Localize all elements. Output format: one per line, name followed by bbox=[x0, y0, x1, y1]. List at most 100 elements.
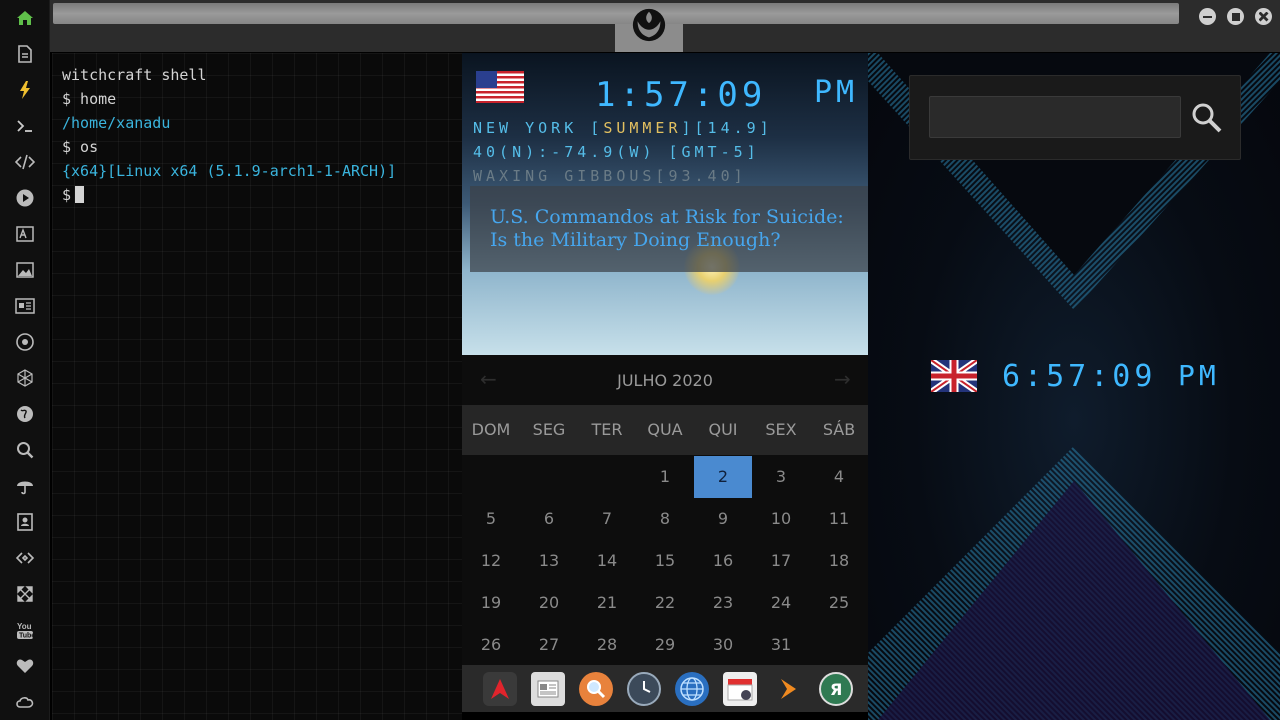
lightning-icon[interactable] bbox=[12, 77, 38, 103]
calendar-week: 26 27 28 29 30 31 bbox=[462, 624, 868, 666]
link-icon[interactable] bbox=[12, 545, 38, 571]
document-icon[interactable] bbox=[12, 41, 38, 67]
cube-net-icon[interactable] bbox=[12, 365, 38, 391]
search-icon[interactable] bbox=[12, 437, 38, 463]
calendar-day[interactable]: 6 bbox=[520, 498, 578, 540]
calendar-day[interactable]: 16 bbox=[694, 540, 752, 582]
coordinates: 40(N):-74.9(W) [GMT-5] bbox=[473, 143, 760, 161]
uk-flag-icon bbox=[931, 360, 977, 392]
calendar-day[interactable]: 25 bbox=[810, 582, 868, 624]
calendar-day[interactable]: 29 bbox=[636, 624, 694, 666]
calendar-day[interactable]: 5 bbox=[462, 498, 520, 540]
calendar-day[interactable]: 11 bbox=[810, 498, 868, 540]
youtube-icon[interactable]: You Tube bbox=[12, 617, 38, 643]
browser-globe-icon[interactable] bbox=[675, 672, 709, 706]
calendar-day[interactable]: 24 bbox=[752, 582, 810, 624]
rebel-alliance-icon[interactable] bbox=[12, 329, 38, 355]
app-dock: Я bbox=[462, 665, 868, 712]
terminal-line: $ home bbox=[62, 90, 117, 108]
calendar-day[interactable]: 23 bbox=[694, 582, 752, 624]
calendar-day[interactable]: 22 bbox=[636, 582, 694, 624]
calendar-day[interactable]: 12 bbox=[462, 540, 520, 582]
news-card[interactable]: U.S. Commandos at Risk for Suicide: Is t… bbox=[470, 186, 868, 272]
close-button[interactable] bbox=[1255, 8, 1272, 25]
translate-icon[interactable] bbox=[12, 221, 38, 247]
weekday-label: TER bbox=[591, 420, 623, 439]
calendar-day[interactable]: 21 bbox=[578, 582, 636, 624]
calendar-header: ← JULHO 2020 → bbox=[462, 355, 868, 405]
us-clock-time: 1:57:09 bbox=[595, 75, 767, 115]
calendar-day[interactable]: 8 bbox=[636, 498, 694, 540]
maximize-button[interactable] bbox=[1227, 8, 1244, 25]
calendar-day[interactable]: 10 bbox=[752, 498, 810, 540]
calendar-day[interactable]: 20 bbox=[520, 582, 578, 624]
terminal-icon[interactable] bbox=[12, 113, 38, 139]
uk-clock-time: 6:57:09 bbox=[1002, 359, 1157, 394]
terminal-line: witchcraft shell bbox=[62, 66, 207, 84]
umbrella-icon[interactable] bbox=[12, 473, 38, 499]
calendar-day[interactable]: 30 bbox=[694, 624, 752, 666]
expand-icon[interactable] bbox=[12, 581, 38, 607]
calendar-day[interactable]: 4 bbox=[810, 456, 868, 498]
calendar-day[interactable]: 18 bbox=[810, 540, 868, 582]
play-icon[interactable] bbox=[12, 185, 38, 211]
calendar-day[interactable]: 17 bbox=[752, 540, 810, 582]
calendar-day[interactable]: 13 bbox=[520, 540, 578, 582]
yandex-icon[interactable]: Я bbox=[819, 672, 853, 706]
weekday-label: QUI bbox=[708, 420, 738, 439]
heart-icon[interactable] bbox=[12, 653, 38, 679]
search-app-icon[interactable] bbox=[579, 672, 613, 706]
terminal-prompt[interactable]: $ bbox=[62, 183, 85, 207]
calendar-day[interactable]: 7 bbox=[578, 498, 636, 540]
minimize-button[interactable] bbox=[1199, 8, 1216, 25]
calendar-day[interactable]: 14 bbox=[578, 540, 636, 582]
calendar-day[interactable]: 1 bbox=[636, 456, 694, 498]
calendar-day[interactable]: 19 bbox=[462, 582, 520, 624]
calendar-week: 5 6 7 8 9 10 11 bbox=[462, 498, 868, 540]
home-icon[interactable] bbox=[12, 5, 38, 31]
calendar-week: 1234 bbox=[462, 456, 868, 498]
calendar-day bbox=[810, 624, 868, 666]
clock-app-icon[interactable] bbox=[627, 672, 661, 706]
text-cursor bbox=[75, 186, 85, 203]
right-panel: 6:57:09 PM bbox=[868, 53, 1280, 720]
calendar-day[interactable]: 26 bbox=[462, 624, 520, 666]
image-icon[interactable] bbox=[12, 257, 38, 283]
cloud-icon[interactable] bbox=[12, 689, 38, 715]
search-icon[interactable] bbox=[1189, 100, 1223, 134]
calendar-day[interactable]: 27 bbox=[520, 624, 578, 666]
address-bar[interactable] bbox=[53, 3, 1179, 24]
contacts-icon[interactable] bbox=[12, 509, 38, 535]
newspaper-icon[interactable] bbox=[12, 293, 38, 319]
terminal-panel[interactable]: witchcraft shell $ home /home/xanadu $ o… bbox=[52, 53, 462, 720]
calendar-day bbox=[462, 456, 520, 498]
calendar-app-icon[interactable] bbox=[723, 672, 757, 706]
top-bar bbox=[50, 0, 1280, 52]
weekday-label: SEX bbox=[765, 420, 797, 439]
rebel-alliance-logo-icon bbox=[632, 8, 666, 42]
city-name: NEW YORK [ bbox=[473, 119, 604, 137]
temperature: ][14.9] bbox=[681, 119, 773, 137]
weekday-header: DOM SEG TER QUA QUI SEX SÁB bbox=[462, 405, 868, 455]
calendar-day[interactable]: 15 bbox=[636, 540, 694, 582]
news-headline[interactable]: U.S. Commandos at Risk for Suicide: Is t… bbox=[490, 206, 848, 252]
calendar-day-today[interactable]: 2 bbox=[694, 456, 752, 498]
calendar-day bbox=[578, 456, 636, 498]
arrow-app-icon[interactable] bbox=[771, 672, 805, 706]
search-input[interactable] bbox=[929, 96, 1181, 138]
us-clock-ampm: PM bbox=[814, 75, 859, 110]
calendar-day[interactable]: 9 bbox=[694, 498, 752, 540]
calendar-day[interactable]: 28 bbox=[578, 624, 636, 666]
arch-icon[interactable] bbox=[483, 672, 517, 706]
globe-icon[interactable] bbox=[12, 401, 38, 427]
weekday-label: SEG bbox=[532, 420, 566, 439]
next-month-button[interactable]: → bbox=[834, 367, 851, 391]
calendar-day[interactable]: 3 bbox=[752, 456, 810, 498]
calendar-week: 19 20 21 22 23 24 25 bbox=[462, 582, 868, 624]
calendar-day[interactable]: 31 bbox=[752, 624, 810, 666]
news-reader-icon[interactable] bbox=[531, 672, 565, 706]
weekday-label: DOM bbox=[471, 420, 511, 439]
terminal-line: /home/xanadu bbox=[62, 114, 171, 132]
weekday-label: SÁB bbox=[822, 420, 856, 439]
code-icon[interactable] bbox=[12, 149, 38, 175]
